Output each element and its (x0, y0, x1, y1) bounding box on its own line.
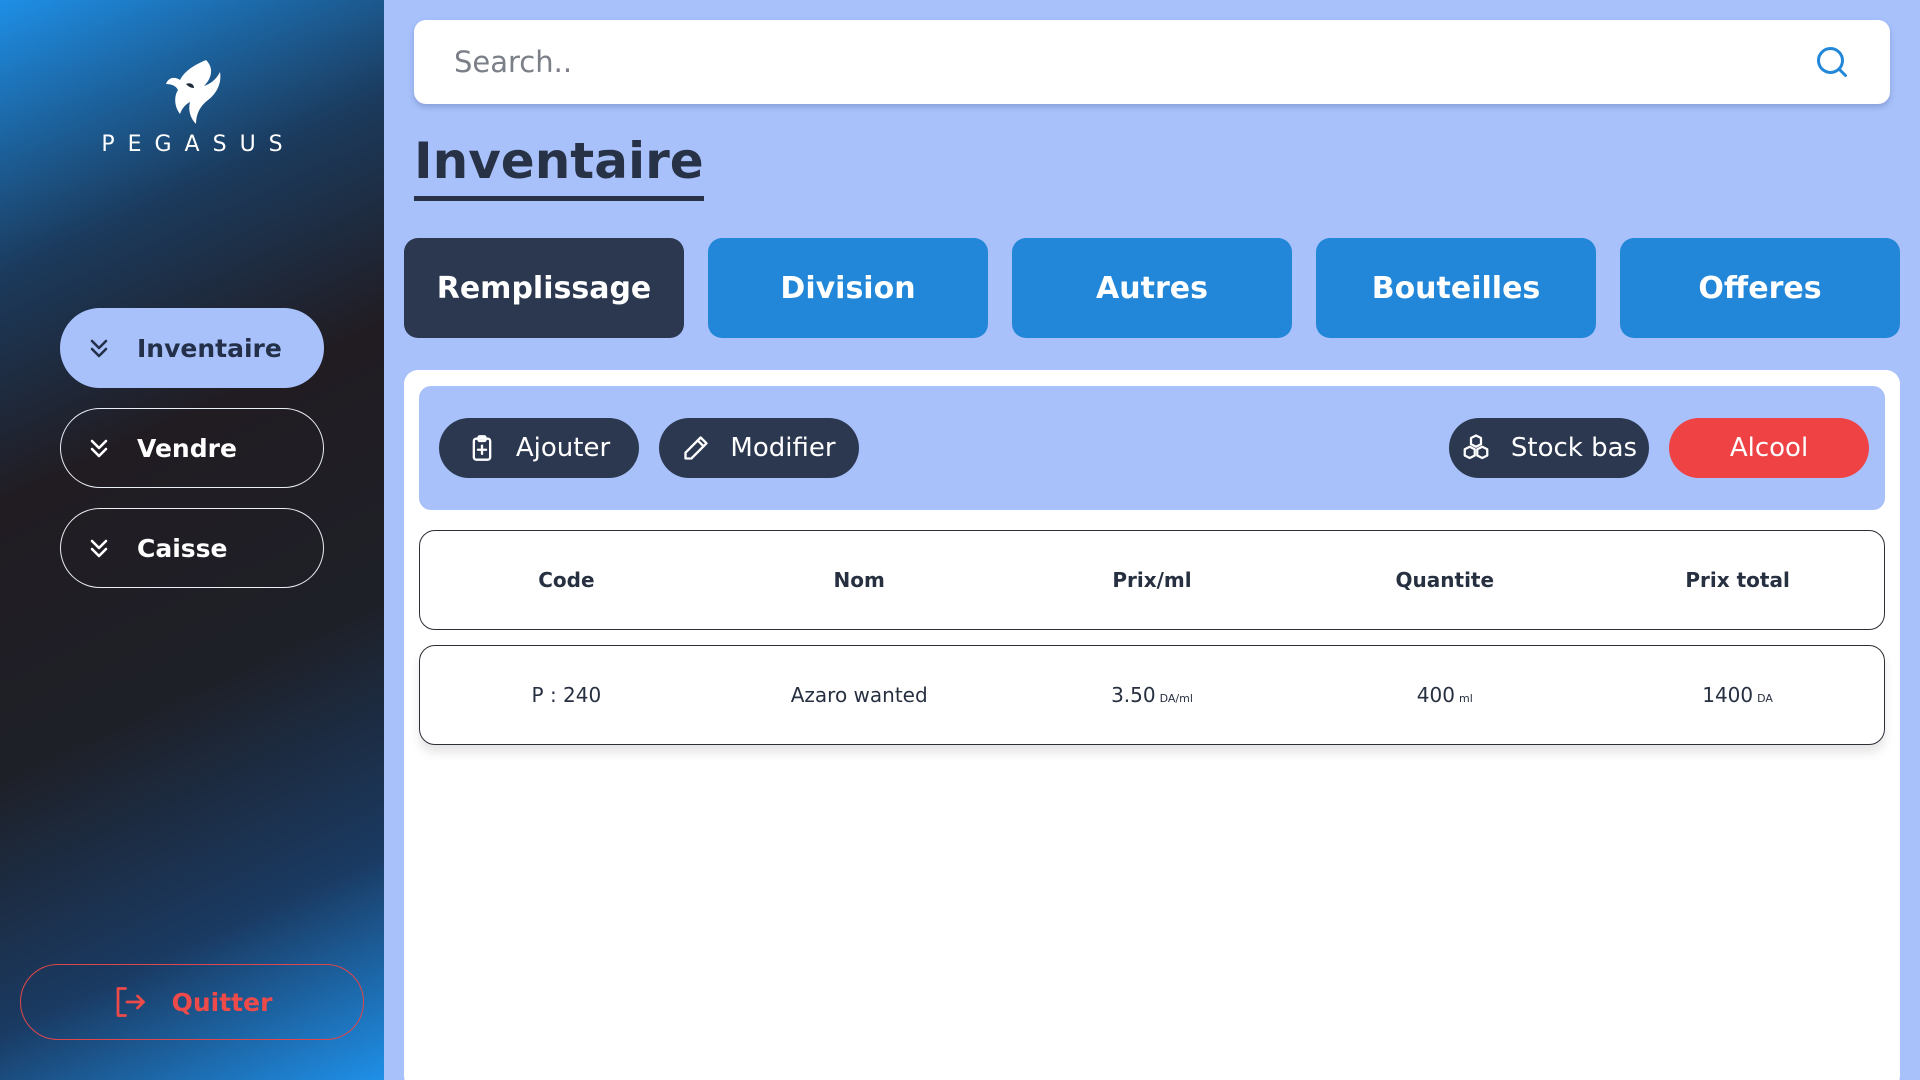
add-button[interactable]: Ajouter (439, 418, 639, 478)
column-header-code: Code (538, 568, 595, 592)
add-button-label: Ajouter (515, 433, 611, 463)
price-unit: DA/ml (1159, 692, 1193, 705)
pegasus-logo-icon (166, 60, 221, 124)
tab-autres[interactable]: Autres (1012, 238, 1292, 338)
table-row[interactable]: P : 240 Azaro wanted 3.50 DA/ml 400 ml 140… (419, 645, 1885, 745)
boxes-icon (1461, 433, 1491, 463)
low-stock-label: Stock bas (1510, 433, 1638, 463)
toolbar: Ajouter Modifier Stock bas Alcool (419, 386, 1885, 510)
chevrons-down-icon (87, 436, 137, 460)
cell-total: 1400 DA (1702, 683, 1773, 707)
column-header-prix-ml: Prix/ml (1112, 568, 1192, 592)
sidebar-item-label: Inventaire (137, 333, 282, 363)
column-header-nom: Nom (833, 568, 885, 592)
column-header-prix-total: Prix total (1685, 568, 1790, 592)
clipboard-plus-icon (468, 434, 496, 462)
logout-icon (112, 984, 148, 1020)
alcohol-label: Alcool (1729, 433, 1809, 463)
sidebar: PEGASUS Inventaire Vendre Caisse Quitter (0, 0, 384, 1080)
column-header-quantite: Quantite (1395, 568, 1495, 592)
sidebar-item-inventaire[interactable]: Inventaire (60, 308, 324, 388)
pencil-icon (682, 434, 710, 462)
tab-bouteilles[interactable]: Bouteilles (1316, 238, 1596, 338)
quantity-unit: ml (1458, 692, 1473, 705)
quit-label: Quitter (171, 987, 273, 1017)
alcohol-button[interactable]: Alcool (1669, 418, 1869, 478)
quit-button[interactable]: Quitter (20, 964, 364, 1040)
sidebar-item-caisse[interactable]: Caisse (60, 508, 324, 588)
chevrons-down-icon (87, 336, 137, 360)
search-input[interactable] (454, 45, 1814, 79)
tab-division[interactable]: Division (708, 238, 988, 338)
tab-offeres[interactable]: Offeres (1620, 238, 1900, 338)
brand-logo: PEGASUS (0, 56, 384, 157)
chevrons-down-icon (87, 536, 137, 560)
cell-price: 3.50 DA/ml (1111, 683, 1193, 707)
sidebar-item-label: Vendre (137, 433, 237, 463)
cell-code: P : 240 (531, 683, 602, 707)
logo-text: PEGASUS (101, 132, 296, 157)
edit-button-label: Modifier (730, 433, 836, 463)
cell-quantity: 400 ml (1416, 683, 1473, 707)
page-title: Inventaire (414, 132, 704, 201)
search-bar (414, 20, 1890, 104)
sidebar-item-vendre[interactable]: Vendre (60, 408, 324, 488)
cell-name: Azaro wanted (790, 683, 928, 707)
low-stock-button[interactable]: Stock bas (1449, 418, 1649, 478)
sidebar-item-label: Caisse (137, 533, 228, 563)
inventory-panel: Ajouter Modifier Stock bas Alcool Code N… (404, 370, 1900, 1080)
search-icon[interactable] (1814, 44, 1850, 80)
total-unit: DA (1757, 692, 1773, 705)
tab-remplissage[interactable]: Remplissage (404, 238, 684, 338)
edit-button[interactable]: Modifier (659, 418, 859, 478)
table-header: Code Nom Prix/ml Quantite Prix total (419, 530, 1885, 630)
